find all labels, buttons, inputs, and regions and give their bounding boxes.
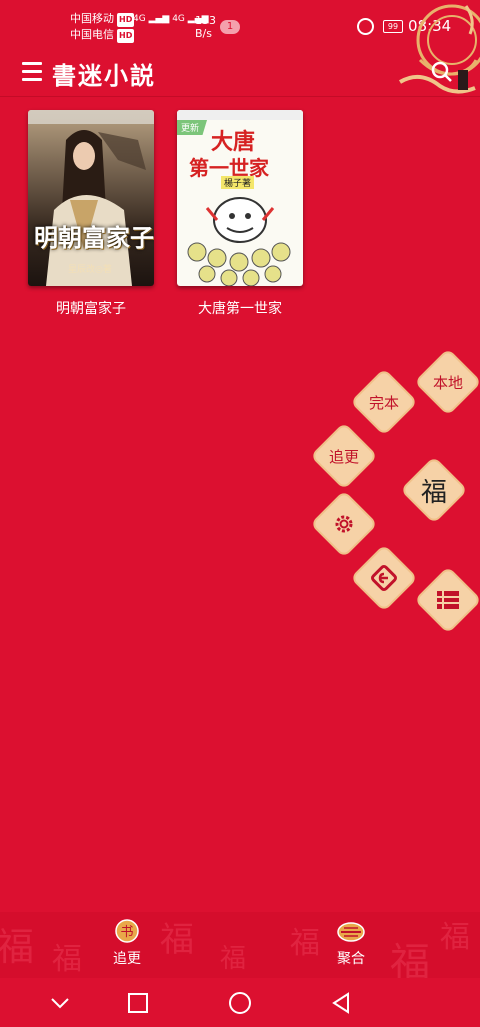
tab-aggregate-label: 聚合 <box>337 951 365 967</box>
app-title: 書迷小説 <box>52 61 156 90</box>
tab-aggregate[interactable]: 聚合 <box>316 918 386 968</box>
list-icon <box>417 569 479 631</box>
tab-updates-label: 追更 <box>113 951 141 967</box>
nav-home-icon[interactable] <box>227 990 253 1016</box>
update-badge: 更新 <box>177 120 208 135</box>
book-icon: 书 <box>112 918 142 944</box>
system-nav-bar <box>0 978 480 1027</box>
book-item[interactable]: 明朝富家子 星辰改◎著 明朝富家子 <box>28 110 154 318</box>
nav-collapse-icon[interactable] <box>47 990 73 1016</box>
nav-back-icon[interactable] <box>328 990 354 1016</box>
book-item[interactable]: 更新 大唐 第一世家 楊子著 大唐第一世家 <box>177 110 303 318</box>
svg-text:书: 书 <box>120 925 133 940</box>
search-icon[interactable] <box>430 60 454 84</box>
carrier-1: 中国移动 HD <box>70 12 135 27</box>
hub-icon <box>336 918 366 944</box>
book-title: 大唐第一世家 <box>198 301 282 317</box>
nav-recents-icon[interactable] <box>125 990 151 1016</box>
book-title: 明朝富家子 <box>56 301 126 317</box>
menu-icon[interactable] <box>22 62 42 82</box>
carrier-2: 中国电信 HD <box>70 28 135 43</box>
fortune-label: 福 <box>420 477 447 508</box>
cover-author: 星辰改◎著 <box>68 265 112 275</box>
notification-badge: 1 <box>220 20 240 34</box>
update-label: 追更 <box>328 447 359 466</box>
finished-label: 完本 <box>368 393 399 412</box>
app-header: 書迷小説 <box>0 48 480 97</box>
gear-icon <box>313 493 375 555</box>
bottom-tab-bar: 福 福 福 福 福 福 福 书 追更 聚合 <box>0 912 480 978</box>
tab-updates[interactable]: 书 追更 <box>92 918 162 968</box>
network-speed: 133 B/s <box>195 14 216 40</box>
edit-page-icon <box>353 547 415 609</box>
book-cover[interactable]: 更新 大唐 第一世家 楊子著 <box>177 110 303 286</box>
cover-title: 明朝富家子 <box>34 223 154 252</box>
alarm-icon <box>357 18 374 35</box>
book-cover[interactable]: 明朝富家子 星辰改◎著 <box>28 110 154 286</box>
local-label: 本地 <box>432 373 463 392</box>
